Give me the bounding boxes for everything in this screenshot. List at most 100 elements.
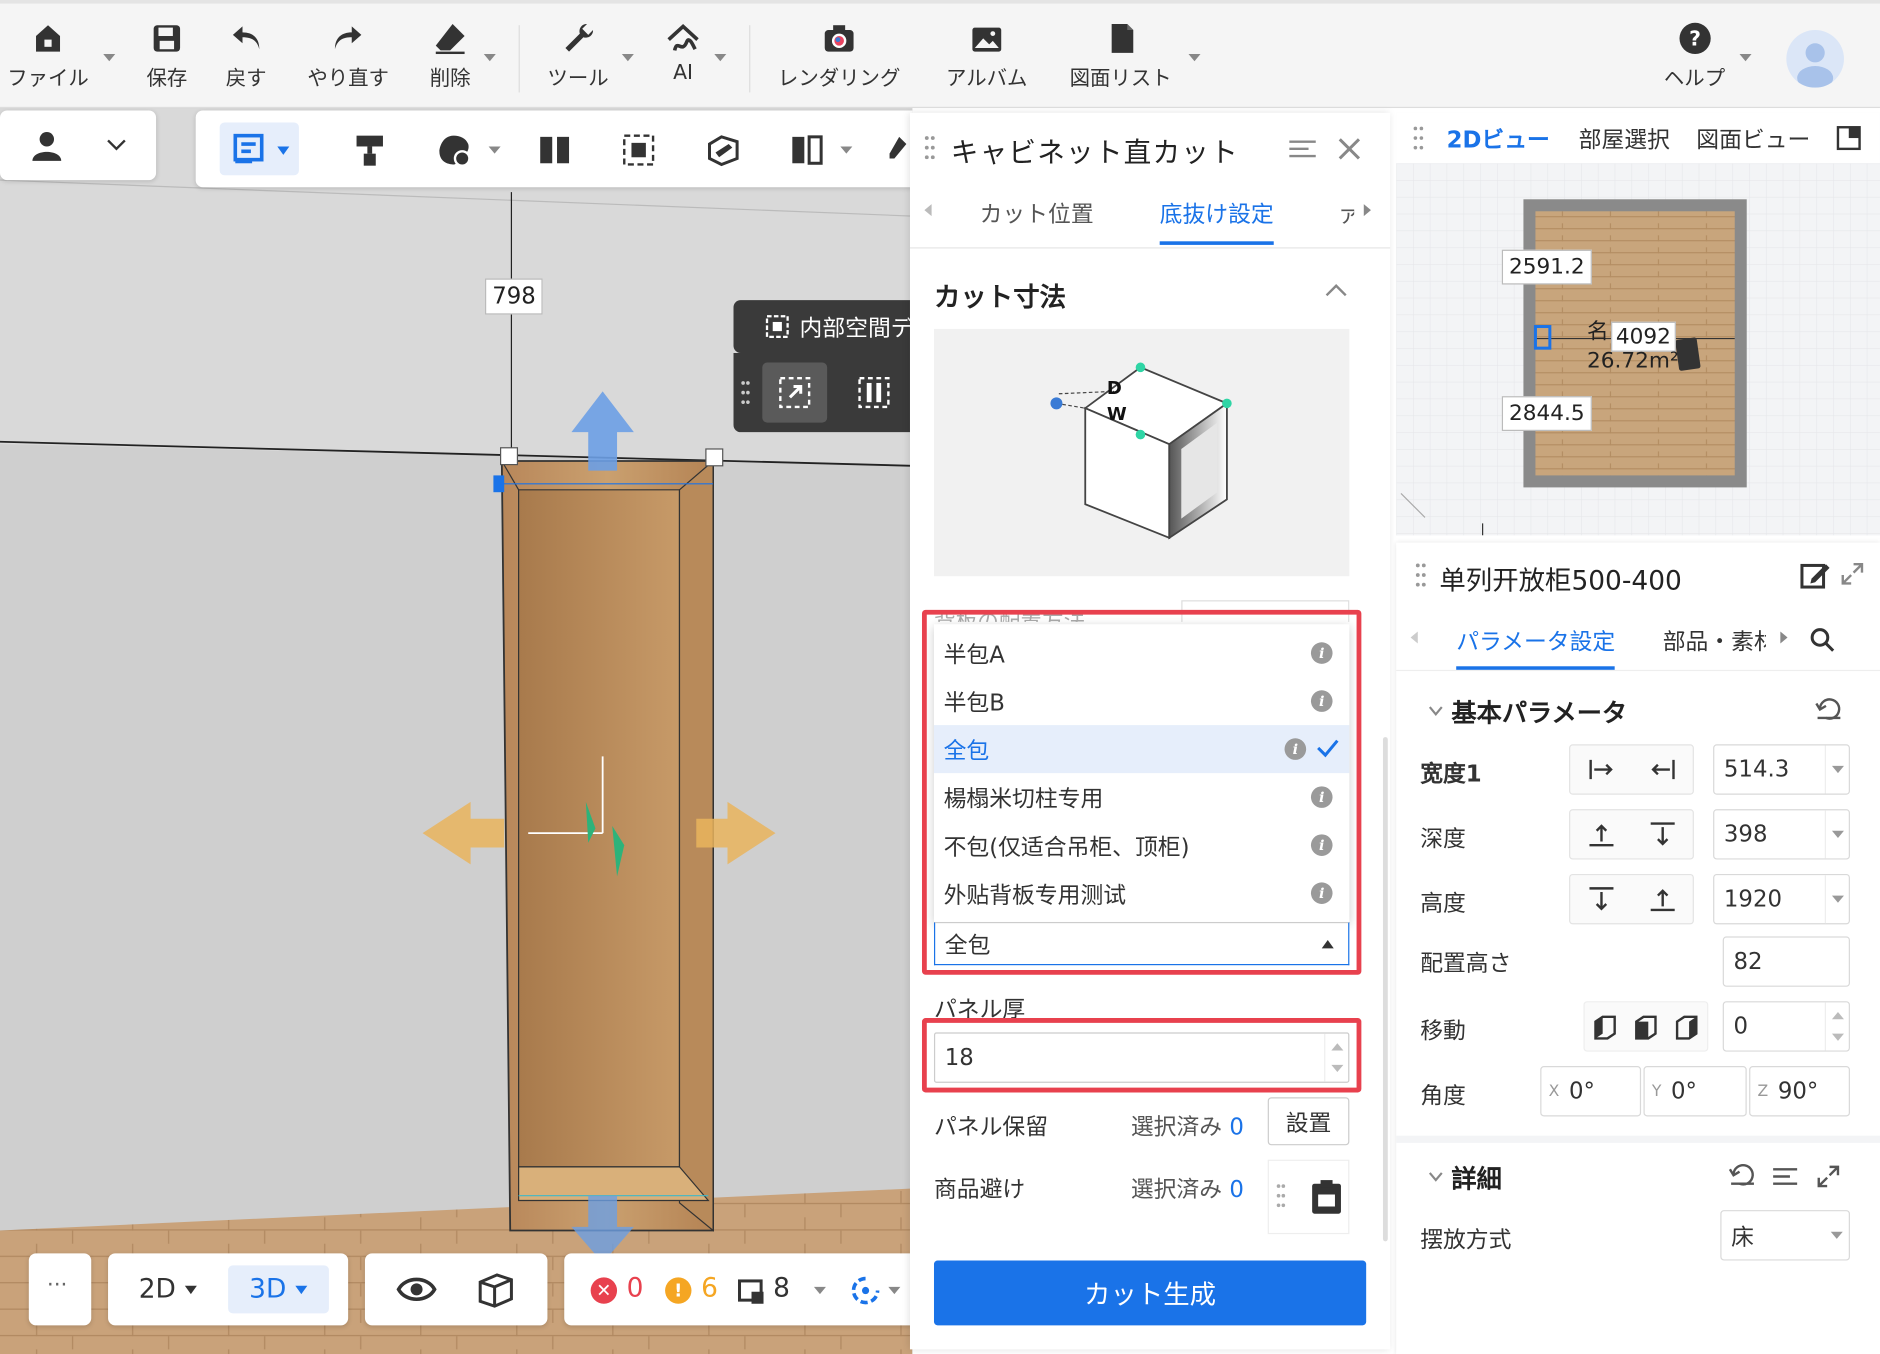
dimension-label[interactable]: 798 bbox=[485, 278, 543, 315]
frame-select-icon[interactable] bbox=[621, 132, 657, 168]
depth-front-anchor[interactable] bbox=[1570, 810, 1631, 858]
height-bottom-anchor[interactable] bbox=[1631, 875, 1692, 923]
tools-caret-icon[interactable] bbox=[621, 54, 634, 62]
depth-input[interactable]: 398 bbox=[1713, 809, 1850, 860]
tab-scroll-right-icon[interactable] bbox=[1780, 631, 1788, 644]
sync-icon[interactable] bbox=[850, 1275, 881, 1306]
undo-button[interactable]: 戻す bbox=[226, 20, 267, 91]
rendering-button[interactable]: レンダリング bbox=[778, 20, 900, 91]
paint-roller-icon[interactable] bbox=[352, 132, 388, 168]
tools-button[interactable]: ツール bbox=[547, 20, 609, 91]
delete-button[interactable]: 削除 bbox=[430, 20, 471, 91]
panel-scrollbar[interactable] bbox=[1382, 737, 1388, 1242]
panel-keep-setup-button[interactable]: 設置 bbox=[1267, 1097, 1350, 1146]
tab-drawing-view[interactable]: 図面ビュー bbox=[1696, 122, 1810, 154]
tab-parameter-settings[interactable]: パラメータ設定 bbox=[1456, 624, 1616, 670]
mode-2d-button[interactable]: 2D bbox=[122, 1265, 213, 1313]
cube-view-icon[interactable] bbox=[475, 1270, 516, 1308]
move-left-face-icon[interactable] bbox=[1591, 1012, 1620, 1041]
inner-panel-icon[interactable] bbox=[856, 375, 894, 411]
width-input[interactable]: 514.3 bbox=[1713, 744, 1850, 795]
chevron-up-icon[interactable] bbox=[1323, 281, 1349, 300]
search-icon[interactable] bbox=[1809, 627, 1835, 653]
reset-icon[interactable] bbox=[1814, 696, 1843, 722]
sync-caret-icon[interactable] bbox=[888, 1286, 901, 1295]
angle-z-input[interactable]: Z 90° bbox=[1749, 1066, 1850, 1117]
eye-icon[interactable] bbox=[396, 1273, 437, 1307]
generate-cut-button[interactable]: カット生成 bbox=[933, 1260, 1367, 1326]
chevron-down-icon[interactable] bbox=[1427, 1169, 1444, 1183]
move-input[interactable]: 0 bbox=[1722, 1001, 1850, 1052]
collapse-list-icon[interactable] bbox=[1287, 137, 1318, 161]
drawing-list-button[interactable]: 図面リスト bbox=[1070, 20, 1172, 91]
window-toggle-icon[interactable] bbox=[1836, 125, 1862, 151]
delete-caret-icon[interactable] bbox=[483, 54, 496, 62]
file-caret-icon[interactable] bbox=[103, 54, 116, 62]
internal-space-button[interactable]: 内部空間デ bbox=[733, 300, 913, 353]
dimension-label-top[interactable]: 2591.2 bbox=[1501, 249, 1592, 285]
file-button[interactable]: ファイル bbox=[7, 20, 89, 91]
drag-handle-icon[interactable] bbox=[741, 379, 751, 405]
error-icon[interactable]: ✕ bbox=[590, 1277, 618, 1304]
depth-back-anchor[interactable] bbox=[1631, 810, 1692, 858]
width-left-anchor[interactable] bbox=[1570, 746, 1631, 794]
chevron-down-icon[interactable] bbox=[1427, 703, 1444, 717]
angle-x-input[interactable]: X 0° bbox=[1540, 1066, 1642, 1117]
move-stepper[interactable] bbox=[1824, 1002, 1849, 1051]
save-button[interactable]: 保存 bbox=[146, 20, 187, 91]
expand-icon[interactable] bbox=[1816, 1164, 1840, 1188]
pen-icon[interactable] bbox=[885, 132, 911, 168]
move-right-face-icon[interactable] bbox=[1672, 1012, 1701, 1041]
list-edit-caret-icon[interactable] bbox=[277, 146, 290, 155]
album-button[interactable]: アルバム bbox=[946, 20, 1027, 91]
list-collapse-icon[interactable] bbox=[1771, 1164, 1800, 1188]
list-edit-tool[interactable] bbox=[219, 122, 299, 176]
avoid-goods-tool[interactable] bbox=[1267, 1159, 1350, 1235]
reset-icon[interactable] bbox=[1728, 1162, 1757, 1188]
surface-icon[interactable] bbox=[705, 132, 741, 168]
angle-y-input[interactable]: Y 0° bbox=[1643, 1066, 1747, 1117]
close-icon[interactable] bbox=[1335, 134, 1364, 163]
warning-icon[interactable]: ! bbox=[665, 1277, 692, 1304]
depth-dropdown-icon[interactable] bbox=[1824, 810, 1849, 859]
resize-tool[interactable] bbox=[762, 362, 828, 423]
tab-scroll-left-icon[interactable] bbox=[924, 204, 932, 217]
tab-more[interactable]: ァ bbox=[1337, 197, 1354, 229]
tab-bottom-removal[interactable]: 底抜け設定 bbox=[1159, 197, 1274, 245]
edit-icon[interactable] bbox=[1800, 559, 1831, 590]
tab-room-select[interactable]: 部屋選択 bbox=[1579, 122, 1670, 154]
height-dropdown-icon[interactable] bbox=[1824, 875, 1849, 924]
placement-method-select[interactable]: 床 bbox=[1720, 1210, 1850, 1261]
split-panel-icon[interactable] bbox=[537, 132, 573, 168]
redo-button[interactable]: やり直す bbox=[307, 20, 389, 91]
height-top-anchor[interactable] bbox=[1570, 875, 1631, 923]
person-icon[interactable] bbox=[29, 130, 65, 164]
step-down-icon[interactable] bbox=[1831, 1033, 1844, 1041]
user-avatar[interactable] bbox=[1786, 30, 1844, 88]
drag-handle-icon[interactable] bbox=[924, 134, 936, 165]
width-right-anchor[interactable] bbox=[1631, 746, 1692, 794]
help-button[interactable]: ? ヘルプ bbox=[1664, 20, 1725, 91]
cabinet-split-caret-icon[interactable] bbox=[840, 146, 853, 154]
tab-parts-material[interactable]: 部品・素材 bbox=[1663, 624, 1766, 656]
chevron-down-icon[interactable] bbox=[106, 137, 128, 154]
step-up-icon[interactable] bbox=[1831, 1012, 1844, 1020]
expand-icon[interactable] bbox=[1840, 562, 1864, 586]
palette-icon[interactable] bbox=[436, 132, 474, 168]
tab-cut-position[interactable]: カット位置 bbox=[980, 197, 1094, 229]
palette-caret-icon[interactable] bbox=[488, 146, 501, 154]
drag-handle-icon[interactable] bbox=[1413, 125, 1425, 151]
status-caret-icon[interactable] bbox=[813, 1286, 826, 1295]
help-caret-icon[interactable] bbox=[1739, 54, 1752, 62]
tab-scroll-left-icon[interactable] bbox=[1410, 631, 1418, 644]
width-dropdown-icon[interactable] bbox=[1824, 745, 1849, 794]
drawing-list-caret-icon[interactable] bbox=[1188, 54, 1201, 62]
tab-2d-view[interactable]: 2Dビュー bbox=[1447, 122, 1550, 154]
tab-scroll-right-icon[interactable] bbox=[1363, 204, 1371, 217]
dimension-label-bottom[interactable]: 2844.5 bbox=[1501, 396, 1592, 431]
ai-caret-icon[interactable] bbox=[714, 54, 727, 62]
cabinet-split-icon[interactable] bbox=[789, 132, 825, 168]
drag-handle-icon[interactable] bbox=[1415, 562, 1427, 593]
ai-button[interactable]: AI bbox=[665, 20, 701, 85]
height-input[interactable]: 1920 bbox=[1713, 873, 1850, 925]
